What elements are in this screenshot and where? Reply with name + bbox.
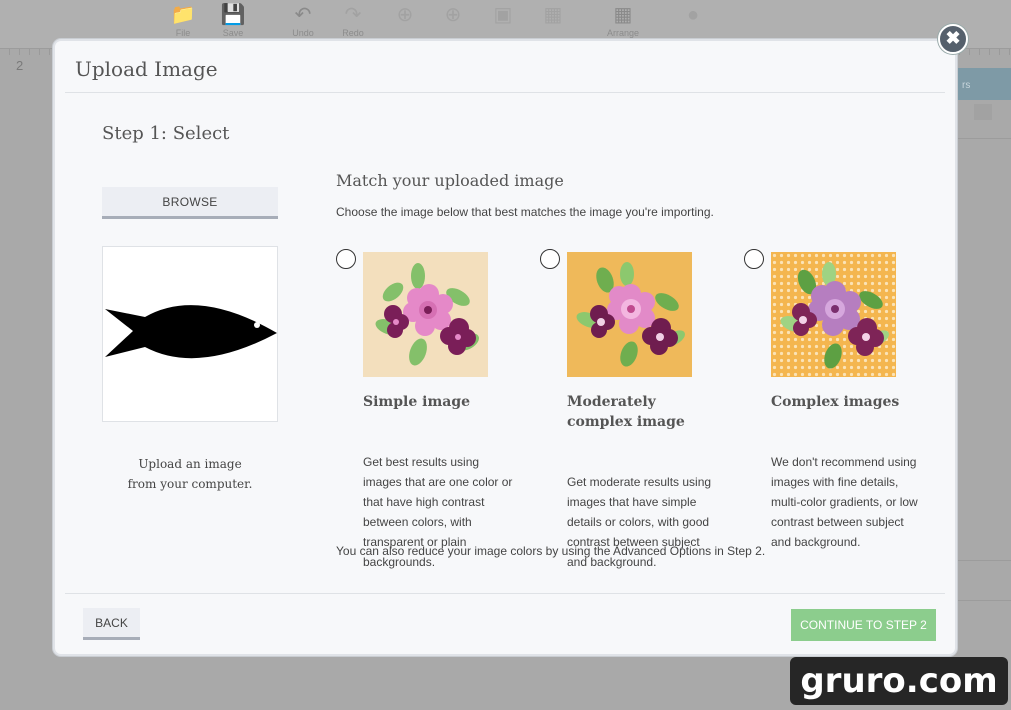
side-panel-swatch: [974, 104, 992, 120]
simple-radio[interactable]: [336, 249, 356, 269]
complex-title-line1: Complex images: [771, 394, 900, 410]
attach-icon: ▣: [493, 4, 513, 26]
desc-line: multi-color gradients, or low: [771, 495, 918, 509]
side-panel-header: rs: [958, 68, 1011, 100]
desc-line: and background.: [771, 535, 861, 549]
desc-line: contrast between subject: [771, 515, 904, 529]
moderate-title-line2: complex image: [567, 414, 685, 430]
undo-icon: ↶: [294, 4, 312, 26]
account-icon: ●: [686, 4, 700, 26]
arrange-label: Arrange: [606, 28, 640, 38]
match-title: Match your uploaded image: [336, 171, 564, 190]
complex-title: Complex images: [771, 392, 931, 412]
save-button[interactable]: 💾 Save: [208, 2, 258, 38]
simple-title: Simple image: [363, 392, 523, 412]
file-button[interactable]: 📁 File: [158, 2, 208, 38]
undo-label: Undo: [292, 28, 314, 38]
divider: [65, 92, 945, 93]
browse-button[interactable]: BROWSE: [102, 187, 278, 219]
moderate-radio[interactable]: [540, 249, 560, 269]
file-label: File: [175, 28, 191, 38]
complex-radio[interactable]: [744, 249, 764, 269]
grid-button[interactable]: ▦: [528, 2, 578, 28]
moderate-title: Moderately complex image: [567, 392, 727, 432]
desc-line: Get best results using: [363, 455, 480, 469]
upload-hint-line1: Upload an image: [138, 457, 242, 471]
side-panel: [958, 100, 1011, 601]
account-button[interactable]: ●: [668, 2, 718, 28]
ungroup-button[interactable]: ⊕: [428, 2, 478, 28]
image-preview: [102, 246, 278, 422]
desc-line: Get moderate results using: [567, 475, 712, 489]
attach-button[interactable]: ▣: [478, 2, 528, 28]
modal-title: Upload Image: [75, 57, 218, 81]
folder-icon: 📁: [170, 4, 196, 26]
continue-button[interactable]: CONTINUE TO STEP 2: [791, 609, 936, 641]
desc-line: that have high contrast: [363, 495, 485, 509]
simple-title-line1: Simple image: [363, 394, 471, 410]
close-icon[interactable]: ✖: [938, 24, 968, 54]
desc-line: images that have simple: [567, 495, 697, 509]
complex-description: We don't recommend using images with fin…: [771, 452, 931, 552]
reduce-colors-note: You can also reduce your image colors by…: [336, 544, 766, 558]
upload-hint: Upload an image from your computer.: [102, 454, 278, 494]
complex-image-sample: [771, 252, 896, 377]
group-icon: ⊕: [396, 4, 414, 26]
back-button[interactable]: BACK: [83, 608, 140, 640]
ruler-number: 2: [16, 58, 24, 73]
divider: [65, 593, 945, 594]
desc-line: details or colors, with good: [567, 515, 710, 529]
undo-button[interactable]: ↶ Undo: [278, 2, 328, 38]
redo-label: Redo: [342, 28, 364, 38]
upload-hint-line2: from your computer.: [127, 477, 253, 491]
desc-line: We don't recommend using: [771, 455, 917, 469]
fish-image: [105, 305, 277, 359]
redo-icon: ↷: [344, 4, 362, 26]
moderate-image-sample: [567, 252, 692, 377]
step-title: Step 1: Select: [102, 123, 230, 144]
group-button[interactable]: ⊕: [380, 2, 430, 28]
watermark: gruro.com: [790, 657, 1008, 705]
arrange-button[interactable]: ▦ Arrange: [598, 2, 648, 38]
arrange-icon: ▦: [613, 4, 633, 26]
save-icon: 💾: [220, 4, 246, 26]
redo-button[interactable]: ↷ Redo: [328, 2, 378, 38]
grid-icon: ▦: [543, 4, 563, 26]
ungroup-icon: ⊕: [444, 4, 462, 26]
moderate-title-line1: Moderately: [567, 394, 656, 410]
desc-line: images that are one color or: [363, 475, 513, 489]
save-label: Save: [222, 28, 244, 38]
desc-line: between colors, with: [363, 515, 472, 529]
match-description: Choose the image below that best matches…: [336, 205, 714, 219]
simple-image-sample: [363, 252, 488, 377]
upload-image-modal: Upload Image Step 1: Select BROWSE Uploa…: [53, 39, 957, 656]
desc-line: images with fine details,: [771, 475, 899, 489]
